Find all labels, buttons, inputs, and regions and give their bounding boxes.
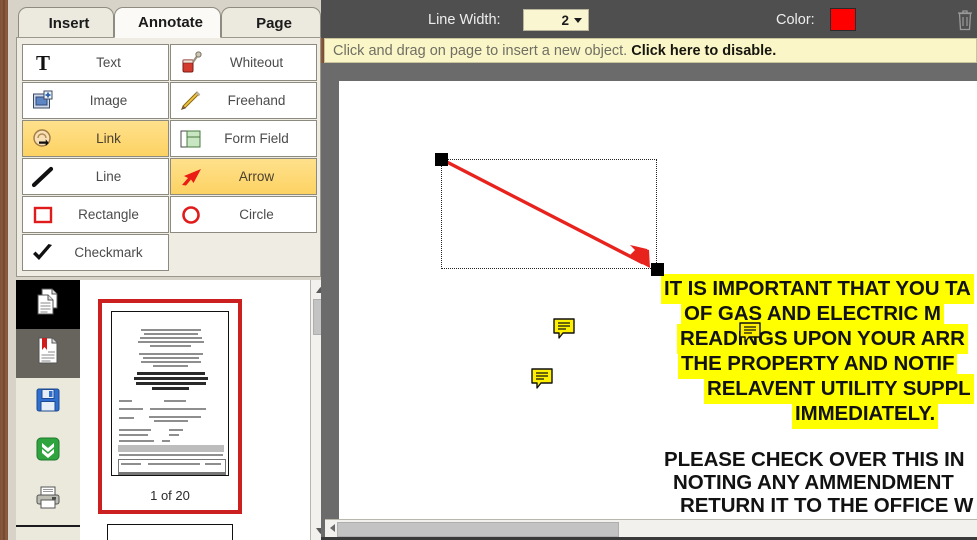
page-horizontal-scrollbar[interactable] [325,519,977,537]
doc-plain-line-3: RETURN IT TO THE OFFICE W [680,494,974,517]
side-icon-rail [16,280,80,540]
arrow-selection-box[interactable] [441,159,657,269]
arrow-handle-end[interactable] [651,263,664,276]
tool-link[interactable]: Link [22,120,169,157]
tool-line-label: Line [95,169,122,184]
tab-insert-label: Insert [48,14,90,32]
pdf-editor-window: Insert Annotate Page T Text Whiteout Ima… [0,0,977,540]
tab-page-label: Page [256,14,292,32]
tab-page[interactable]: Page [221,7,321,38]
thumbnail-pane: 1 of 20 [80,280,310,540]
tool-image-label: Image [89,93,128,108]
tool-checkmark[interactable]: Checkmark [22,234,169,271]
tab-annotate[interactable]: Annotate [114,7,221,38]
left-panel: Insert Annotate Page T Text Whiteout Ima… [8,0,330,540]
notice-text: Click and drag on page to insert a new o… [333,42,628,59]
rectangle-icon [23,205,63,225]
tool-form-field[interactable]: Form Field [170,120,317,157]
pdf-page: IT IS IMPORTANT THAT YOU TA OF GAS AND E… [339,81,977,540]
thumbnail-item-next[interactable] [107,524,233,540]
rail-save-button[interactable] [16,378,80,427]
rail-download-button[interactable] [16,427,80,476]
line-width-select[interactable]: 2 [523,9,589,31]
arrow-handle-start[interactable] [435,153,448,166]
image-add-icon [23,90,63,112]
line-width-value: 2 [561,12,569,28]
rail-print-button[interactable] [16,476,80,525]
thumbnail-item-selected[interactable]: 1 of 20 [98,299,242,514]
svg-text:T: T [36,52,50,74]
tool-freehand[interactable]: Freehand [170,82,317,119]
sticky-note-icon-1[interactable] [552,317,576,346]
color-label: Color: [776,12,815,28]
text-t-icon: T [23,52,63,74]
sticky-note-icon-3[interactable] [738,321,762,350]
tool-freehand-label: Freehand [227,93,286,108]
doc-highlight-line-1: IT IS IMPORTANT THAT YOU TA [664,277,971,301]
tool-form-field-label: Form Field [224,131,289,146]
notice-disable-link[interactable]: Click here to disable. [631,43,776,59]
tool-line[interactable]: Line [22,158,169,195]
tool-checkmark-label: Checkmark [74,245,143,260]
tool-image[interactable]: Image [22,82,169,119]
arrow-icon [171,166,211,188]
tool-whiteout[interactable]: Whiteout [170,44,317,81]
doc-highlight-line-2: OF GAS AND ELECTRIC M [684,302,941,326]
tab-insert[interactable]: Insert [18,7,114,38]
form-field-icon [171,127,211,151]
rail-pages-button[interactable] [16,280,80,329]
rail-bookmarks-button[interactable] [16,329,80,378]
pencil-icon [171,89,211,113]
annotate-tool-panel: T Text Whiteout Image Freehand Link Form… [16,37,321,277]
thumbnail-page-preview [111,311,229,476]
circle-icon [171,204,211,226]
horizontal-scrollbar-thumb[interactable] [337,522,619,537]
tab-annotate-label: Annotate [138,14,203,31]
tool-circle-label: Circle [239,207,274,222]
link-icon [23,127,63,151]
tool-rectangle[interactable]: Rectangle [22,196,169,233]
download-chevrons-icon [35,436,61,467]
notice-bar[interactable]: Click and drag on page to insert a new o… [324,38,977,63]
line-icon [23,166,63,188]
annotation-toolbar: Line Width: 2 Color: [321,0,977,38]
tool-rectangle-label: Rectangle [78,207,139,222]
doc-highlight-line-4: THE PROPERTY AND NOTIF [681,352,955,376]
tool-whiteout-label: Whiteout [229,55,284,70]
checkmark-icon [23,242,63,264]
chevron-down-icon [574,17,582,23]
doc-highlight-line-5: RELAVENT UTILITY SUPPL [707,377,971,401]
triangle-left-icon [329,520,336,538]
rail-folder-button[interactable] [16,527,80,540]
tab-strip: Insert Annotate Page [8,0,321,38]
pages-icon [34,287,62,322]
trash-icon[interactable] [955,8,975,32]
doc-highlight-line-3: READINGS UPON YOUR ARR [680,327,965,351]
annotate-tool-grid: T Text Whiteout Image Freehand Link Form… [22,44,317,272]
tool-text[interactable]: T Text [22,44,169,81]
print-icon [34,485,62,516]
tool-link-label: Link [96,131,121,146]
bookmark-page-icon [35,336,61,371]
tool-arrow[interactable]: Arrow [170,158,317,195]
doc-plain-line-1: PLEASE CHECK OVER THIS IN [664,448,965,471]
tool-arrow-label: Arrow [238,169,275,184]
whiteout-paint-icon [171,50,211,75]
line-width-label: Line Width: [428,12,501,28]
sticky-note-icon-2[interactable] [530,367,554,396]
tool-text-label: Text [96,55,121,70]
save-floppy-icon [35,387,61,418]
page-viewer: IT IS IMPORTANT THAT YOU TA OF GAS AND E… [321,63,977,540]
doc-highlight-line-6: IMMEDIATELY. [795,402,936,426]
thumbnail-caption: 1 of 20 [150,488,190,503]
doc-plain-line-2: NOTING ANY AMMENDMENT [673,471,954,494]
tool-circle[interactable]: Circle [170,196,317,233]
color-swatch[interactable] [830,8,856,31]
